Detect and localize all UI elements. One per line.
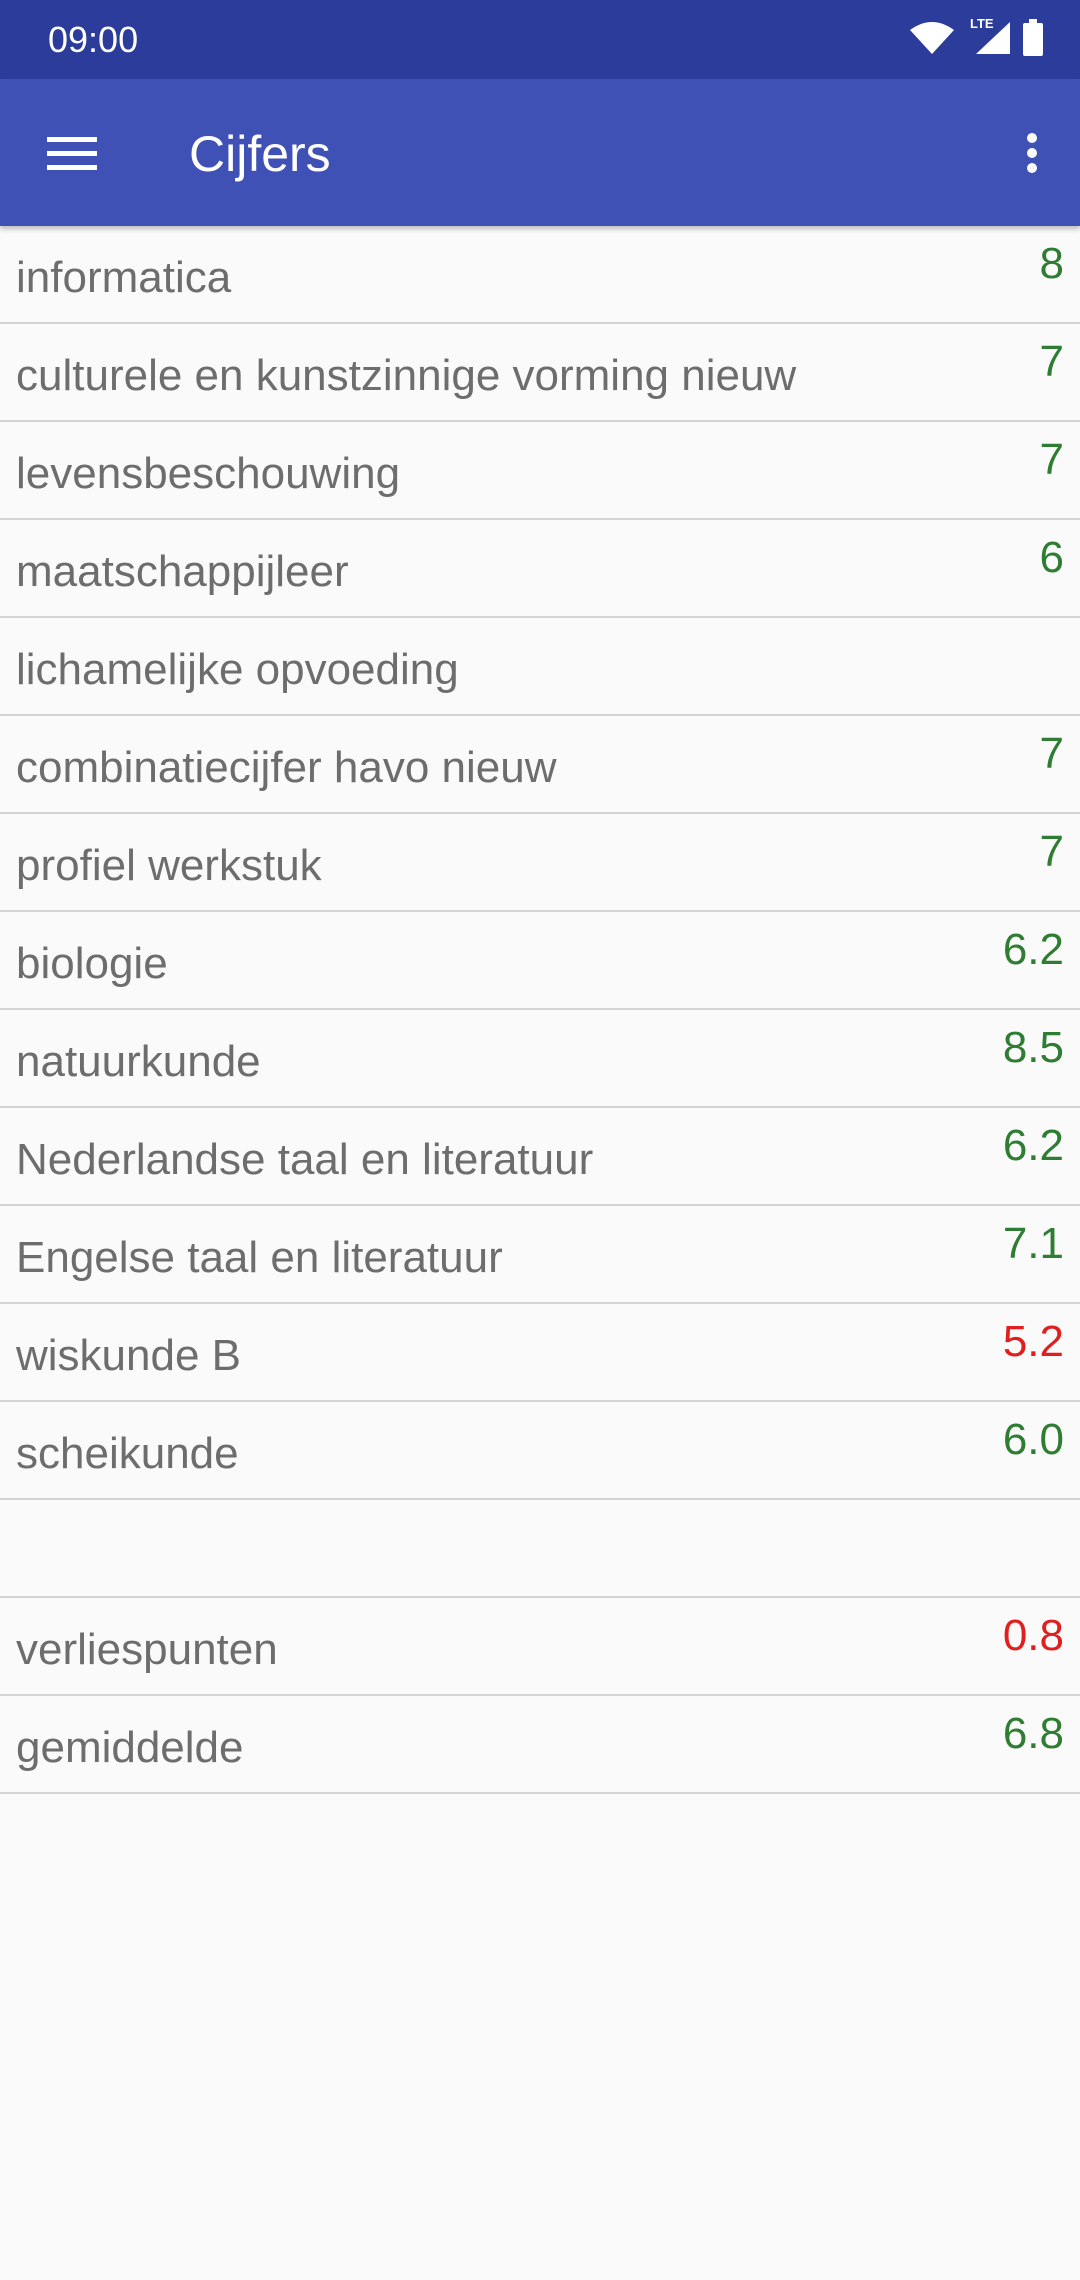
grade-value: 8: [1039, 239, 1064, 288]
subject-label: Engelse taal en literatuur: [16, 1233, 503, 1282]
status-icons: LTE: [908, 16, 1044, 62]
network-type-label: LTE: [970, 15, 994, 31]
subject-label: culturele en kunstzinnige vorming nieuw: [16, 351, 797, 400]
grade-row[interactable]: Engelse taal en literatuur 7.1: [0, 1206, 1080, 1304]
page-title: Cijfers: [189, 126, 331, 182]
overflow-menu-button[interactable]: [1002, 119, 1062, 191]
subject-label: gemiddelde: [16, 1723, 244, 1772]
grade-value: 7: [1039, 435, 1064, 484]
grade-row[interactable]: maatschappijleer 6: [0, 520, 1080, 618]
grade-value: 7: [1039, 827, 1064, 876]
grade-value: 6.2: [1002, 925, 1064, 974]
grade-value: 7.1: [1002, 1219, 1064, 1268]
grade-value: 6.8: [1002, 1709, 1064, 1758]
hamburger-icon: [47, 135, 97, 176]
grade-value: 6.0: [1002, 1415, 1064, 1464]
grade-row[interactable]: levensbeschouwing 7: [0, 422, 1080, 520]
grade-row[interactable]: culturele en kunstzinnige vorming nieuw 7: [0, 324, 1080, 422]
subject-label: profiel werkstuk: [16, 841, 322, 890]
more-vert-icon: [1026, 132, 1038, 179]
subject-label: lichamelijke opvoeding: [16, 645, 459, 694]
subject-label: wiskunde B: [16, 1331, 242, 1380]
grade-list: informatica 8 culturele en kunstzinnige vo…: [0, 226, 1080, 1794]
grade-row[interactable]: gemiddelde 6.8: [0, 1696, 1080, 1794]
grade-row[interactable]: verliespunten 0.8: [0, 1598, 1080, 1696]
app-bar: Cijfers: [0, 79, 1080, 226]
subject-label: maatschappijleer: [16, 547, 349, 596]
grade-value: 6.2: [1002, 1121, 1064, 1170]
grade-value: 8.5: [1002, 1023, 1064, 1072]
grade-row[interactable]: scheikunde 6.0: [0, 1402, 1080, 1500]
subject-label: verliespunten: [16, 1625, 278, 1674]
battery-icon: [1022, 18, 1044, 62]
subject-label: levensbeschouwing: [16, 449, 401, 498]
grade-row[interactable]: lichamelijke opvoeding: [0, 618, 1080, 716]
grade-row[interactable]: natuurkunde 8.5: [0, 1010, 1080, 1108]
subject-label: combinatiecijfer havo nieuw: [16, 743, 557, 792]
grade-row[interactable]: Nederlandse taal en literatuur 6.2: [0, 1108, 1080, 1206]
subject-label: Nederlandse taal en literatuur: [16, 1135, 594, 1184]
grade-row[interactable]: biologie 6.2: [0, 912, 1080, 1010]
grade-value: 7: [1039, 729, 1064, 778]
status-bar: 09:00 LTE: [0, 0, 1080, 79]
menu-button[interactable]: [36, 119, 108, 191]
subject-label: biologie: [16, 939, 168, 988]
grade-value: 7: [1039, 337, 1064, 386]
grade-value: 6: [1039, 533, 1064, 582]
grade-row[interactable]: informatica 8: [0, 226, 1080, 324]
grade-row[interactable]: profiel werkstuk 7: [0, 814, 1080, 912]
subject-label: informatica: [16, 253, 232, 302]
grade-row[interactable]: [0, 1500, 1080, 1598]
signal-icon: LTE: [966, 16, 1012, 61]
grade-value: 5.2: [1002, 1317, 1064, 1366]
subject-label: scheikunde: [16, 1429, 239, 1478]
wifi-icon: [908, 20, 956, 61]
subject-label: natuurkunde: [16, 1037, 261, 1086]
status-time: 09:00: [48, 19, 139, 60]
grade-row[interactable]: combinatiecijfer havo nieuw 7: [0, 716, 1080, 814]
grade-row[interactable]: wiskunde B 5.2: [0, 1304, 1080, 1402]
grade-value: 0.8: [1002, 1611, 1064, 1660]
